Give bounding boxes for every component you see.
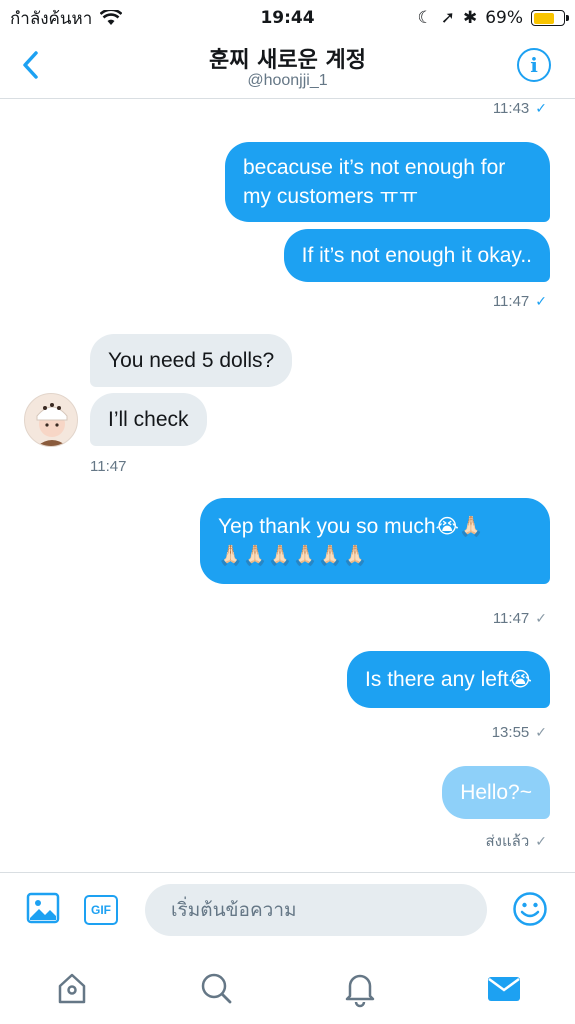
emoji-button[interactable]: [512, 891, 548, 932]
smiley-icon: [513, 892, 547, 926]
search-icon: [201, 973, 232, 1004]
message-bubble-incoming[interactable]: I’ll check: [90, 393, 207, 446]
gif-icon: GIF: [91, 903, 111, 917]
battery-icon: [531, 10, 569, 26]
carrier-label: กำลังค้นหา: [10, 8, 93, 29]
tab-bar: [0, 950, 575, 1024]
message-text: Is there any left: [365, 668, 509, 691]
tab-home[interactable]: [52, 968, 92, 1008]
pray-emoji-row: 🙏🏻🙏🏻🙏🏻🙏🏻🙏🏻🙏🏻: [218, 543, 368, 567]
message-bubble-outgoing[interactable]: Is there any left😭: [347, 651, 550, 708]
sent-status: ส่งแล้ว ✓: [485, 832, 548, 851]
gif-button[interactable]: GIF: [84, 895, 118, 925]
info-icon: i: [530, 53, 538, 77]
mail-icon: [488, 977, 520, 1001]
message-timestamp: 11:43 ✓: [492, 100, 547, 117]
conversation-handle: @hoonjji_1: [247, 72, 328, 89]
wifi-icon: [100, 10, 123, 25]
message-list[interactable]: 11:43 ✓ becacuse it’s not enough for my c…: [0, 100, 575, 872]
battery-percent: 69%: [485, 8, 523, 28]
conversation-title: 훈찌 새로운 계정: [209, 48, 366, 73]
home-icon: [58, 973, 86, 1004]
message-bubble-outgoing[interactable]: If it’s not enough it okay..: [283, 229, 550, 282]
bluetooth-icon: ✱: [462, 8, 478, 28]
message-input[interactable]: [145, 884, 487, 936]
info-button[interactable]: i: [517, 48, 551, 82]
check-icon: ✓: [535, 724, 547, 740]
tab-search[interactable]: [196, 968, 236, 1008]
check-icon: ✓: [535, 610, 547, 626]
crying-emoji: 😭: [508, 667, 532, 691]
message-timestamp: 11:47: [90, 458, 127, 475]
bell-icon: [345, 974, 375, 1008]
status-bar: กำลังค้นหา 19:44 ☾ ➚ ✱ 69%: [0, 0, 575, 36]
tab-notifications[interactable]: [340, 968, 380, 1008]
check-icon: ✓: [535, 100, 547, 116]
message-timestamp: 11:47 ✓: [492, 293, 547, 310]
message-bubble-sending[interactable]: Hello?~: [442, 766, 550, 819]
moon-icon: ☾: [417, 8, 433, 28]
message-bubble-outgoing[interactable]: becacuse it’s not enough for my customer…: [225, 142, 550, 222]
message-timestamp: 11:47 ✓: [492, 610, 547, 627]
check-icon: ✓: [535, 293, 547, 309]
tab-messages[interactable]: [484, 968, 524, 1008]
check-icon: ✓: [535, 832, 547, 849]
avatar[interactable]: [24, 393, 78, 447]
message-text: Yep thank you so much: [218, 515, 436, 538]
message-timestamp: 13:55 ✓: [491, 724, 547, 741]
message-bubble-outgoing[interactable]: Yep thank you so much😭🙏🏻 🙏🏻🙏🏻🙏🏻🙏🏻🙏🏻🙏🏻: [200, 498, 550, 584]
image-icon: [26, 892, 60, 924]
message-bubble-incoming[interactable]: You need 5 dolls?: [90, 334, 293, 387]
conversation-header: 훈찌 새로운 계정 @hoonjji_1 i: [0, 36, 575, 99]
location-icon: ➚: [440, 8, 455, 28]
crying-emoji: 😭🙏🏻: [435, 514, 484, 538]
image-button[interactable]: [26, 892, 60, 929]
